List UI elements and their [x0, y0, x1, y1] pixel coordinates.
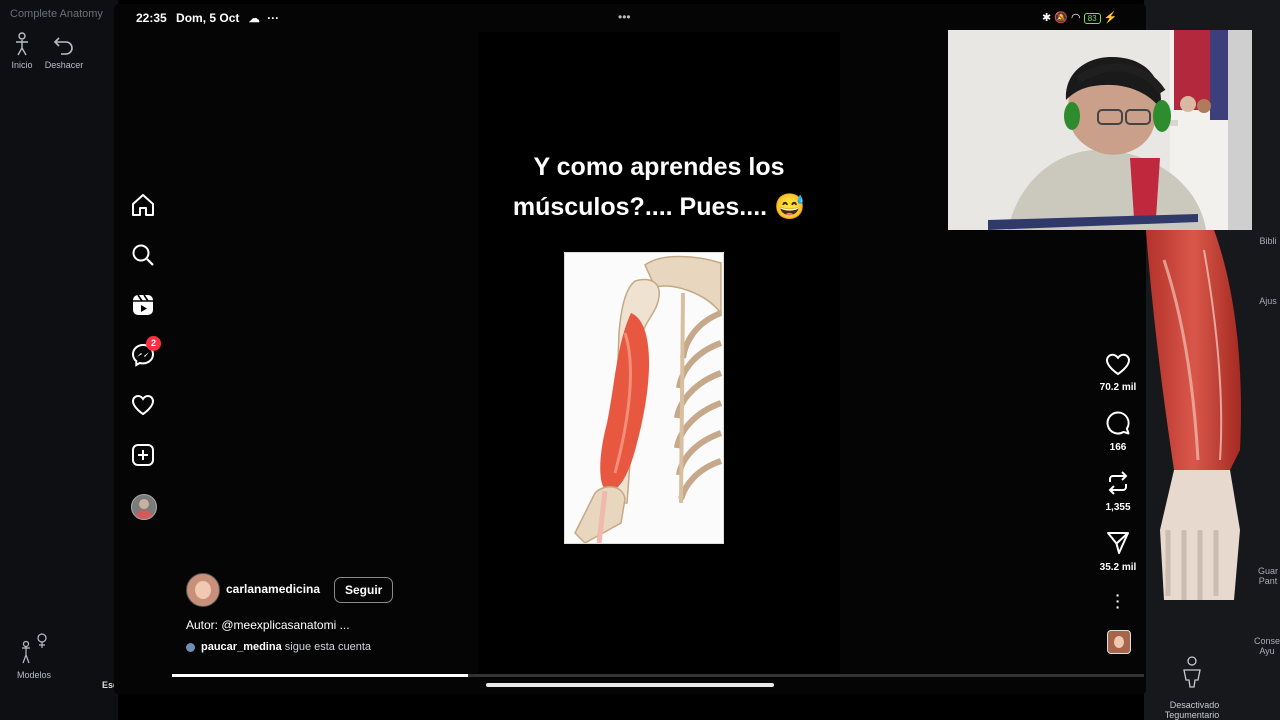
more-options-icon[interactable]: · · · — [1112, 588, 1124, 614]
inicio-label: Inicio — [11, 60, 33, 70]
author-username[interactable]: carlanamedicina — [226, 582, 320, 596]
repost-icon — [1108, 471, 1128, 495]
comment-count: 166 — [1109, 442, 1127, 453]
reel-video[interactable]: Y como aprendes los músculos?.... Pues..… — [478, 32, 840, 678]
right-panel-label-4[interactable]: Conse Ayu — [1254, 636, 1280, 656]
notification-badge: 2 — [146, 336, 161, 351]
follower-username[interactable]: paucar_medina — [201, 641, 282, 653]
reels-icon — [133, 294, 153, 315]
status-date: Dom, 5 Oct — [176, 11, 240, 25]
follower-text: sigue esta cuenta — [281, 641, 371, 653]
tegumentario-label: Desactivado Tegumentario — [1164, 700, 1220, 720]
charging-icon: ⚡ — [1103, 12, 1118, 24]
repost-count: 1,355 — [1105, 502, 1131, 513]
sidebar-item-create[interactable] — [130, 442, 156, 473]
arm-muscle-model — [1146, 230, 1241, 600]
wifi-icon: ◠ — [1071, 12, 1081, 24]
biceps-illustration — [564, 252, 724, 544]
webcam-person-image — [948, 30, 1252, 230]
home-icon — [132, 194, 154, 216]
deshacer-button[interactable]: Deshacer — [44, 32, 84, 70]
follow-note: paucar_medina sigue esta cuenta — [186, 641, 371, 653]
undo-icon — [53, 37, 73, 55]
heart-icon — [1105, 353, 1131, 376]
models-icon — [22, 633, 47, 664]
modelos-label: Modelos — [16, 670, 52, 680]
search-icon — [132, 244, 154, 266]
sidebar-item-home[interactable] — [130, 192, 156, 223]
right-panel-label-2[interactable]: Ajus — [1256, 296, 1280, 306]
reel-caption: Y como aprendes los músculos?.... Pues..… — [478, 147, 840, 227]
cloud-icon: ☁ — [248, 13, 260, 25]
battery-icon: 83 — [1083, 13, 1101, 24]
comment-icon — [1106, 411, 1130, 435]
create-icon — [132, 444, 154, 466]
video-scrubber-progress — [172, 674, 468, 677]
comment-action[interactable]: 166 — [1088, 410, 1146, 453]
follower-avatar — [186, 642, 195, 652]
repost-action[interactable]: 1,355 — [1088, 470, 1146, 513]
status-icons: ✱ 🔕 ◠ 83 ⚡ — [1042, 11, 1117, 24]
right-panel-label-1[interactable]: Bibli — [1256, 236, 1280, 246]
webcam-overlay — [948, 30, 1252, 230]
author-avatar[interactable] — [186, 573, 220, 607]
like-count: 70.2 mil — [1099, 382, 1137, 393]
status-overflow-icon: ··· — [267, 11, 280, 25]
biceps-muscle-image — [574, 255, 723, 543]
reel-description[interactable]: Autor: @meexplicasanatomi ... — [186, 618, 350, 632]
inicio-button[interactable]: Inicio — [8, 32, 36, 70]
audio-thumbnail[interactable] — [1107, 630, 1131, 654]
follow-button[interactable]: Seguir — [334, 577, 394, 603]
body-outline-icon — [1183, 656, 1201, 688]
deshacer-label: Deshacer — [44, 60, 84, 70]
status-time: 22:35 — [136, 11, 167, 25]
app-title: Complete Anatomy — [10, 8, 103, 20]
bluetooth-icon: ✱ — [1042, 12, 1052, 24]
heart-icon — [131, 394, 155, 416]
sidebar-item-search[interactable] — [130, 242, 156, 273]
sidebar-item-reels[interactable] — [130, 292, 156, 323]
send-icon — [1107, 532, 1129, 554]
window-more-icon[interactable]: ••• — [618, 10, 631, 24]
caption-line-2: músculos?.... Pues.... 😅 — [512, 193, 806, 221]
share-count: 35.2 mil — [1099, 562, 1137, 573]
person-icon — [16, 32, 28, 56]
home-indicator[interactable] — [486, 683, 774, 687]
tegumentario-toggle[interactable]: Desactivado Tegumentario — [1160, 636, 1224, 720]
like-action[interactable]: 70.2 mil — [1088, 352, 1146, 393]
sidebar-item-messenger[interactable]: 2 — [130, 336, 161, 373]
sidebar-item-profile[interactable] — [131, 494, 157, 520]
modelos-button[interactable]: Modelos — [14, 632, 54, 680]
share-action[interactable]: 35.2 mil — [1088, 530, 1146, 573]
profile-avatar — [131, 494, 157, 520]
complete-anatomy-left-panel: Complete Anatomy Inicio Deshacer Modelos… — [0, 0, 119, 720]
caption-line-1: Y como aprendes los — [533, 153, 785, 181]
mute-icon: 🔕 — [1054, 12, 1068, 24]
status-bar: 22:35 Dom, 5 Oct ☁ ··· — [136, 11, 279, 25]
sidebar-item-notifications[interactable] — [130, 392, 156, 423]
right-panel-label-3[interactable]: Guar Pant — [1256, 566, 1280, 586]
